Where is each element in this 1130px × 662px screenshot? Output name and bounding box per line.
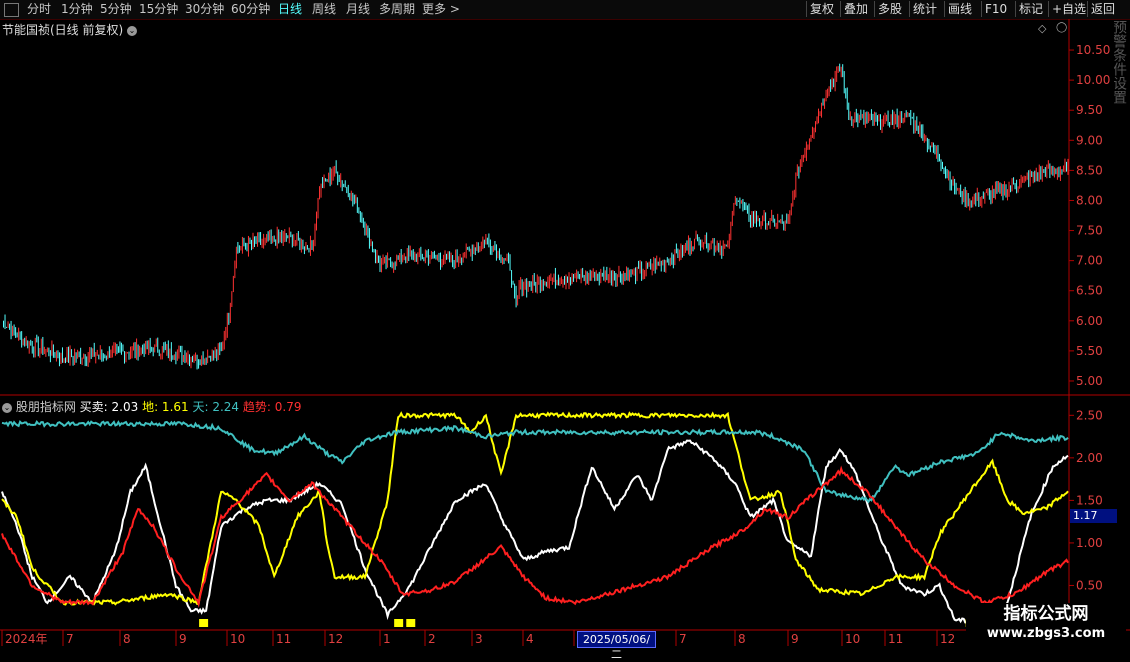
x-tick-label: 7 bbox=[66, 632, 74, 646]
indicator-line-1 bbox=[1, 411, 1069, 606]
legend-tian: 天: 2.24 bbox=[192, 400, 240, 414]
lower-tick-label: 0.50 bbox=[1076, 578, 1103, 592]
stock-title-text: 节能国祯(日线 前复权) bbox=[2, 23, 124, 37]
x-tick-label: 12 bbox=[328, 632, 343, 646]
upper-tick-label: 5.00 bbox=[1076, 374, 1103, 388]
upper-tick-label: 9.00 bbox=[1076, 133, 1103, 147]
lower-tick-label: 2.50 bbox=[1076, 408, 1103, 422]
lower-tick-label: 1.50 bbox=[1076, 493, 1103, 507]
x-tick-label: 12 bbox=[940, 632, 955, 646]
legend-trend: 趋势: 0.79 bbox=[242, 400, 302, 414]
upper-tick-label: 9.50 bbox=[1076, 103, 1103, 117]
dropdown-icon[interactable]: ⌄ bbox=[127, 25, 138, 36]
legend-di: 地: 1.61 bbox=[142, 400, 189, 414]
x-tick-label: 9 bbox=[179, 632, 187, 646]
upper-tick-label: 6.00 bbox=[1076, 314, 1103, 328]
indicator-lines bbox=[1, 411, 1069, 626]
x-tick-label: 3 bbox=[475, 632, 483, 646]
upper-tick-label: 10.00 bbox=[1076, 73, 1110, 87]
x-tick-label: 1 bbox=[383, 632, 391, 646]
x-tick-label: 4 bbox=[526, 632, 534, 646]
x-tick-label: 10 bbox=[230, 632, 245, 646]
x-tick-label: 2 bbox=[428, 632, 436, 646]
x-tick-label: 8 bbox=[738, 632, 746, 646]
signal-marker bbox=[394, 619, 404, 627]
upper-tick-label: 8.50 bbox=[1076, 163, 1103, 177]
indicator-dropdown-icon[interactable]: ⌄ bbox=[2, 402, 12, 413]
candlestick-series bbox=[3, 63, 1069, 370]
x-tick-label: 2024年 bbox=[5, 632, 48, 646]
x-tick-label: 9 bbox=[791, 632, 799, 646]
upper-tick-label: 6.50 bbox=[1076, 284, 1103, 298]
legend-buysell: 买卖: 2.03 bbox=[79, 400, 139, 414]
x-axis-ticks: 2024年789101112123456789101112 bbox=[1, 630, 955, 646]
chart-canvas[interactable]: 10.5010.009.509.008.508.007.507.006.506.… bbox=[0, 0, 1130, 650]
stock-title[interactable]: 节能国祯(日线 前复权) ⌄ bbox=[2, 21, 138, 38]
side-panel-strip[interactable]: 预警条件设置 bbox=[1114, 20, 1130, 630]
watermark-url: www.zbgs3.com bbox=[986, 626, 1106, 641]
x-tick-label: 10 bbox=[845, 632, 860, 646]
lower-tick-label: 1.00 bbox=[1076, 536, 1103, 550]
indicator-line-2 bbox=[1, 419, 1069, 504]
indicator-line-3 bbox=[1, 465, 1069, 608]
upper-tick-label: 7.50 bbox=[1076, 224, 1103, 238]
watermark-logo: 指标公式网 www.zbgs3.com bbox=[966, 603, 1126, 647]
x-tick-label: 7 bbox=[679, 632, 687, 646]
indicator-name[interactable]: 股朋指标网 bbox=[16, 400, 76, 414]
upper-tick-label: 10.50 bbox=[1076, 43, 1110, 57]
x-tick-label: 11 bbox=[888, 632, 903, 646]
watermark-title: 指标公式网 bbox=[1003, 604, 1089, 624]
lower-tick-label: 2.00 bbox=[1076, 451, 1103, 465]
cursor-date-box: 2025/05/06/二 bbox=[577, 631, 656, 661]
x-tick-label: 11 bbox=[276, 632, 291, 646]
signal-marker bbox=[406, 619, 416, 627]
x-tick-label: 8 bbox=[123, 632, 131, 646]
diamond-icon[interactable]: ◇ bbox=[1038, 22, 1046, 35]
upper-tick-label: 7.00 bbox=[1076, 254, 1103, 268]
current-value-box: 1.17 bbox=[1070, 509, 1117, 523]
upper-tick-label: 5.50 bbox=[1076, 344, 1103, 358]
upper-tick-label: 8.00 bbox=[1076, 193, 1103, 207]
signal-markers bbox=[199, 619, 975, 627]
indicator-legend: ⌄ 股朋指标网 买卖: 2.03 地: 1.61 天: 2.24 趋势: 0.7… bbox=[2, 398, 301, 415]
signal-marker bbox=[199, 619, 209, 627]
chart-frame bbox=[0, 19, 1130, 631]
expand-icon[interactable]: ◯ bbox=[1056, 22, 1067, 33]
